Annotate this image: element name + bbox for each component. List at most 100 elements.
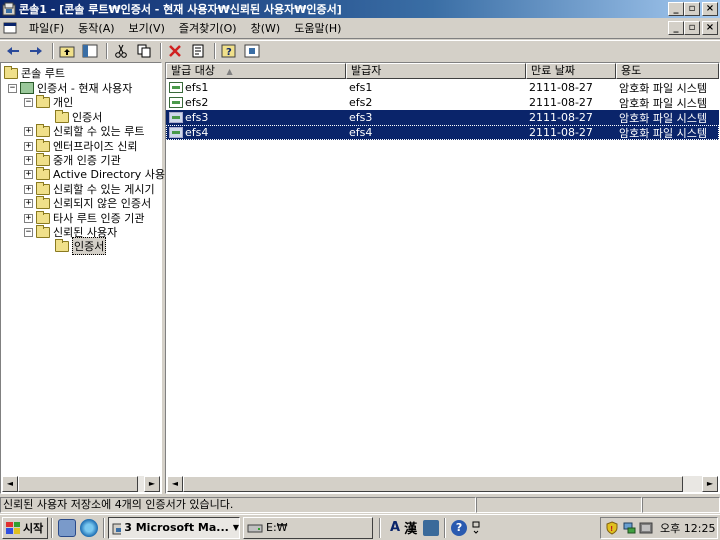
internet-explorer-icon[interactable] — [80, 518, 98, 537]
tree-item-personal[interactable]: − 개인 — [24, 94, 73, 109]
toolbar-separator — [52, 42, 54, 59]
delete-x-icon — [169, 44, 181, 57]
help-book-icon: ? — [221, 44, 236, 58]
list-horizontal-scrollbar[interactable]: ◄ ► — [167, 476, 718, 492]
scroll-right-button[interactable]: ► — [144, 476, 160, 492]
tree-item-trusted-people-certificates[interactable]: 인증서 — [55, 237, 107, 255]
expand-icon[interactable]: + — [24, 141, 33, 151]
tree-item-personal-certificates[interactable]: 인증서 — [55, 109, 102, 124]
forward-arrow-icon — [30, 46, 42, 55]
menu-help[interactable]: 도움말(H) — [287, 18, 348, 38]
restore-button[interactable]: ▫ — [684, 2, 700, 16]
table-row-selected[interactable]: efs3 efs3 2111-08-27 암호화 파일 시스템 — [166, 110, 719, 125]
ime-options-icon[interactable] — [471, 520, 481, 536]
certificate-list[interactable]: 발급 대상 ▲ 발급자 만료 날짜 용도 efs1 efs1 2111-08-2… — [165, 62, 720, 494]
child-minimize-button[interactable]: _ — [668, 21, 684, 35]
column-expiration-date[interactable]: 만료 날짜 — [526, 63, 616, 79]
child-close-button[interactable]: × — [702, 21, 718, 35]
expand-icon[interactable]: + — [24, 213, 33, 223]
tree-item-enterprise-trust[interactable]: + 엔터프라이즈 신뢰 — [24, 138, 137, 153]
show-hide-tree-button[interactable] — [80, 42, 100, 60]
folder-open-icon — [36, 224, 50, 238]
back-button[interactable] — [3, 42, 23, 60]
forward-button[interactable] — [26, 42, 46, 60]
console-tree[interactable]: 콘솔 루트 − 인증서 - 현재 사용자 − 개인 인증서 + 신뢰할 수 있는… — [0, 62, 165, 494]
table-row[interactable]: efs2 efs2 2111-08-27 암호화 파일 시스템 — [166, 95, 719, 110]
help-icon[interactable]: ? — [451, 519, 468, 536]
collapse-icon[interactable]: − — [24, 227, 33, 237]
tree-item-certificates-current-user[interactable]: − 인증서 - 현재 사용자 — [8, 81, 132, 95]
cell-purpose: 암호화 파일 시스템 — [619, 126, 707, 140]
mmc-app-icon[interactable] — [2, 2, 16, 16]
collapse-icon[interactable]: − — [8, 83, 17, 93]
column-issued-to[interactable]: 발급 대상 ▲ — [166, 63, 346, 79]
expand-icon[interactable]: + — [24, 155, 33, 165]
cell-issued-to: efs3 — [185, 111, 209, 124]
scroll-right-button[interactable]: ► — [702, 476, 718, 492]
expand-icon[interactable]: + — [24, 184, 33, 194]
clock[interactable]: 오후 12:25 — [660, 520, 715, 536]
svg-text:!: ! — [610, 525, 613, 533]
tree-item-intermediate-ca[interactable]: + 중개 인증 기관 — [24, 152, 121, 167]
delete-button[interactable] — [165, 42, 185, 60]
cell-purpose: 암호화 파일 시스템 — [619, 81, 707, 95]
hanja-indicator[interactable]: 漢 — [404, 518, 417, 537]
title-bar[interactable]: 콘솔1 - [콘솔 루트₩인증서 - 현재 사용자₩신뢰된 사용자₩인증서] _… — [0, 0, 720, 18]
menu-file[interactable]: 파일(F) — [22, 18, 71, 38]
cell-expiration-date: 2111-08-27 — [529, 81, 593, 94]
network-icon[interactable] — [622, 521, 636, 535]
action-pane-button[interactable] — [242, 42, 262, 60]
properties-button[interactable] — [188, 42, 208, 60]
close-button[interactable]: × — [702, 2, 718, 16]
show-desktop-icon[interactable] — [58, 518, 76, 537]
taskbar-button-mmc[interactable]: 3 Microsoft Ma... ▼ — [108, 516, 240, 539]
taskbar: 시작 3 Microsoft Ma... ▼ E:₩ A 漢 ? ! 오후 12… — [0, 514, 720, 540]
column-intended-purposes[interactable]: 용도 — [616, 63, 719, 79]
menu-window[interactable]: 창(W) — [244, 18, 288, 38]
status-text: 신뢰된 사용자 저장소에 4개의 인증서가 있습니다. — [0, 497, 476, 513]
scroll-thumb[interactable] — [183, 476, 683, 492]
tree-item-active-directory[interactable]: + Active Directory 사용 — [24, 166, 165, 181]
toolbar-separator — [106, 42, 108, 59]
status-panel-empty — [642, 497, 720, 513]
table-row-selected[interactable]: efs4 efs4 2111-08-27 암호화 파일 시스템 — [166, 125, 719, 140]
console-tree-icon — [82, 44, 98, 57]
list-header: 발급 대상 ▲ 발급자 만료 날짜 용도 — [166, 63, 719, 79]
toolbar-separator — [214, 42, 216, 59]
expand-icon[interactable]: + — [24, 126, 33, 136]
up-level-button[interactable] — [57, 42, 77, 60]
security-shield-icon[interactable]: ! — [605, 521, 619, 535]
cut-button[interactable] — [111, 42, 131, 60]
child-restore-button[interactable]: ▫ — [684, 21, 700, 35]
folder-icon — [36, 210, 50, 224]
help-button[interactable]: ? — [219, 42, 239, 60]
copy-button[interactable] — [134, 42, 154, 60]
tree-horizontal-scrollbar[interactable]: ◄ ► — [2, 476, 160, 492]
expand-icon[interactable]: + — [24, 169, 33, 179]
scroll-left-button[interactable]: ◄ — [2, 476, 18, 492]
menu-view[interactable]: 보기(V) — [122, 18, 172, 38]
child-window-icon[interactable] — [2, 20, 18, 36]
scroll-left-button[interactable]: ◄ — [167, 476, 183, 492]
scroll-thumb[interactable] — [18, 476, 138, 492]
taskbar-button-drive-e[interactable]: E:₩ — [243, 516, 373, 539]
tree-item-console-root[interactable]: 콘솔 루트 — [4, 65, 65, 80]
minimize-button[interactable]: _ — [668, 2, 684, 16]
certificate-store-icon — [20, 82, 34, 94]
menu-action[interactable]: 동작(A) — [71, 18, 121, 38]
tree-item-untrusted-certificates[interactable]: + 신뢰되지 않은 인증서 — [24, 195, 151, 210]
tree-item-third-party-root[interactable]: + 타사 루트 인증 기관 — [24, 210, 144, 225]
tree-item-trusted-root[interactable]: + 신뢰할 수 있는 루트 — [24, 123, 144, 138]
menu-favorites[interactable]: 즐겨찾기(O) — [172, 18, 244, 38]
column-issued-by[interactable]: 발급자 — [346, 63, 526, 79]
ime-pad-icon[interactable] — [423, 519, 440, 536]
cell-issued-to: efs1 — [185, 81, 209, 94]
language-indicator[interactable]: A — [390, 520, 400, 535]
expand-icon[interactable]: + — [24, 198, 33, 208]
collapse-icon[interactable]: − — [24, 97, 33, 107]
volume-icon[interactable] — [639, 521, 653, 535]
table-row[interactable]: efs1 efs1 2111-08-27 암호화 파일 시스템 — [166, 80, 719, 95]
tree-item-trusted-publishers[interactable]: + 신뢰할 수 있는 게시기 — [24, 181, 155, 196]
start-button[interactable]: 시작 — [2, 516, 48, 539]
sort-ascending-icon: ▲ — [226, 67, 233, 76]
